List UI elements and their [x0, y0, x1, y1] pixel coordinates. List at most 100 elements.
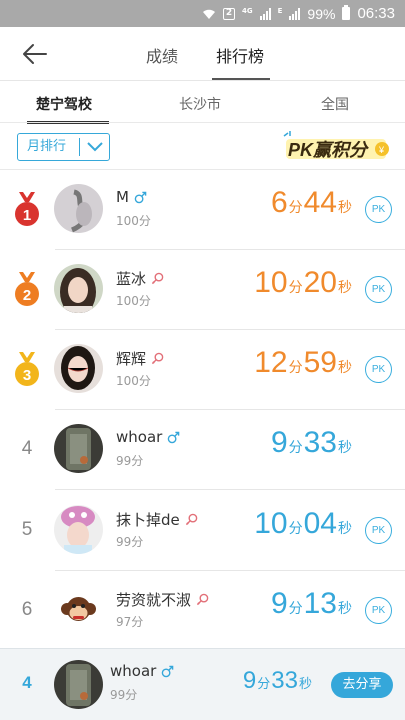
minutes-unit: 分 [257, 677, 271, 692]
my-name: whoar [110, 662, 174, 680]
avatar[interactable] [54, 264, 103, 313]
minutes: 6 [270, 186, 288, 219]
my-rank: 4 [22, 673, 32, 692]
avatar[interactable] [54, 184, 103, 233]
username: 辉辉 [116, 350, 147, 368]
battery-icon [342, 5, 351, 20]
arrow-left-icon[interactable] [20, 39, 50, 69]
seconds-unit: 秒 [338, 601, 352, 617]
seconds-unit: 秒 [338, 360, 352, 376]
username: 劳资就不淑 [116, 591, 192, 609]
female-icon [196, 593, 209, 606]
exam-time: 9 分 13 秒 [271, 587, 353, 621]
tab-national[interactable]: 全国 [321, 94, 349, 114]
exam-time: 6 分 44 秒 [271, 186, 353, 220]
seconds: 44 [303, 186, 337, 219]
user-score: 100分 [116, 294, 151, 308]
user-name: 抹卜掉de [116, 509, 198, 530]
username: M [116, 188, 129, 206]
network-type-a: 4G [242, 6, 253, 15]
user-score: 99分 [116, 535, 144, 549]
female-icon [151, 272, 164, 285]
signal-icon [259, 7, 271, 20]
pk-button[interactable]: PK [365, 597, 392, 624]
seconds: 33 [271, 667, 298, 694]
rank-number: 1 [23, 207, 31, 224]
user-name: 劳资就不淑 [116, 589, 209, 610]
pk-points-banner[interactable]: PK赢积分 ¥ [282, 131, 392, 163]
rank-number: 3 [23, 367, 31, 384]
clock: 06:33 [357, 5, 395, 22]
minutes-unit: 分 [288, 601, 303, 617]
avatar[interactable] [54, 505, 103, 554]
avatar[interactable] [54, 660, 103, 709]
exam-time: 10 分 04 秒 [254, 507, 353, 541]
my-score: 99分 [110, 688, 138, 702]
avatar[interactable] [54, 585, 103, 634]
rank-number: 2 [23, 287, 31, 304]
my-rank-bar: 4 whoar 99分 9 分 33 秒 去分享 [0, 648, 405, 720]
seconds: 20 [303, 266, 337, 299]
pk-button[interactable]: PK [365, 356, 392, 383]
nav-header: 成绩 排行榜 [0, 27, 405, 81]
female-icon [185, 513, 198, 526]
tab-indicator [212, 78, 270, 80]
battery-percent: 99% [307, 5, 336, 22]
minutes: 9 [270, 587, 288, 620]
list-item[interactable]: 6 劳资就不淑 97分 9 分 13 秒 PK [0, 571, 405, 651]
scope-tabs: 楚宁驾校 长沙市 全国 [0, 82, 405, 124]
seconds: 59 [303, 346, 337, 379]
user-score: 99分 [116, 454, 144, 468]
tab-score[interactable]: 成绩 [146, 43, 178, 67]
network-type-b: E [277, 6, 283, 15]
status-bar: 2 4G E 99% 06:33 [0, 0, 405, 27]
minutes-unit: 分 [288, 200, 303, 216]
wifi-icon [203, 9, 215, 19]
male-icon [134, 191, 147, 203]
period-dropdown[interactable]: 月排行 [17, 133, 110, 161]
signal-icon-2 [289, 7, 301, 20]
chevron-down-icon [87, 142, 103, 152]
minutes: 9 [242, 667, 257, 694]
list-item[interactable]: 2 蓝冰 100分 10 分 20 秒 PK [0, 250, 405, 330]
male-icon [168, 431, 180, 443]
pk-button[interactable]: PK [365, 276, 392, 303]
row-divider [55, 489, 405, 490]
tab-ranking[interactable]: 排行榜 [216, 43, 264, 67]
female-icon [151, 352, 164, 365]
minutes-unit: 分 [288, 360, 303, 376]
male-icon [162, 665, 174, 677]
list-item[interactable]: 4 whoar 99分 9 分 33 秒 [0, 410, 405, 490]
exam-time: 12 分 59 秒 [254, 346, 353, 380]
username: whoar [116, 428, 163, 446]
seconds: 04 [303, 507, 337, 540]
my-time: 9 分 33 秒 [243, 667, 313, 695]
list-item[interactable]: 1 M 100分 6 分 44 秒 PK [0, 170, 405, 250]
share-button[interactable]: 去分享 [331, 672, 393, 698]
medal-icon: 3 [15, 352, 39, 386]
filter-row: 月排行 PK赢积分 ¥ [0, 122, 405, 170]
pk-button[interactable]: PK [365, 196, 392, 223]
list-item[interactable]: 3 辉辉 100分 12 分 59 秒 PK [0, 330, 405, 410]
rank-number: 4 [21, 438, 33, 459]
minutes-unit: 分 [288, 521, 303, 537]
tab-school[interactable]: 楚宁驾校 [36, 94, 92, 114]
seconds: 33 [303, 426, 337, 459]
user-name: whoar [116, 428, 180, 446]
avatar[interactable] [54, 344, 103, 393]
list-item[interactable]: 5 抹卜掉de 99分 10 分 04 秒 PK [0, 491, 405, 571]
username: 抹卜掉de [116, 511, 180, 529]
minutes: 10 [254, 507, 288, 540]
exam-time: 10 分 20 秒 [254, 266, 353, 300]
minutes-unit: 分 [288, 280, 303, 296]
pk-button[interactable]: PK [365, 517, 392, 544]
seconds-unit: 秒 [298, 677, 312, 692]
minutes-unit: 分 [288, 440, 303, 456]
sim-badge: 2 [223, 7, 235, 20]
user-score: 100分 [116, 374, 151, 388]
avatar[interactable] [54, 424, 103, 473]
username: 蓝冰 [116, 270, 147, 288]
tab-city[interactable]: 长沙市 [179, 94, 221, 114]
user-name: 蓝冰 [116, 268, 164, 289]
medal-icon: 2 [15, 272, 39, 306]
